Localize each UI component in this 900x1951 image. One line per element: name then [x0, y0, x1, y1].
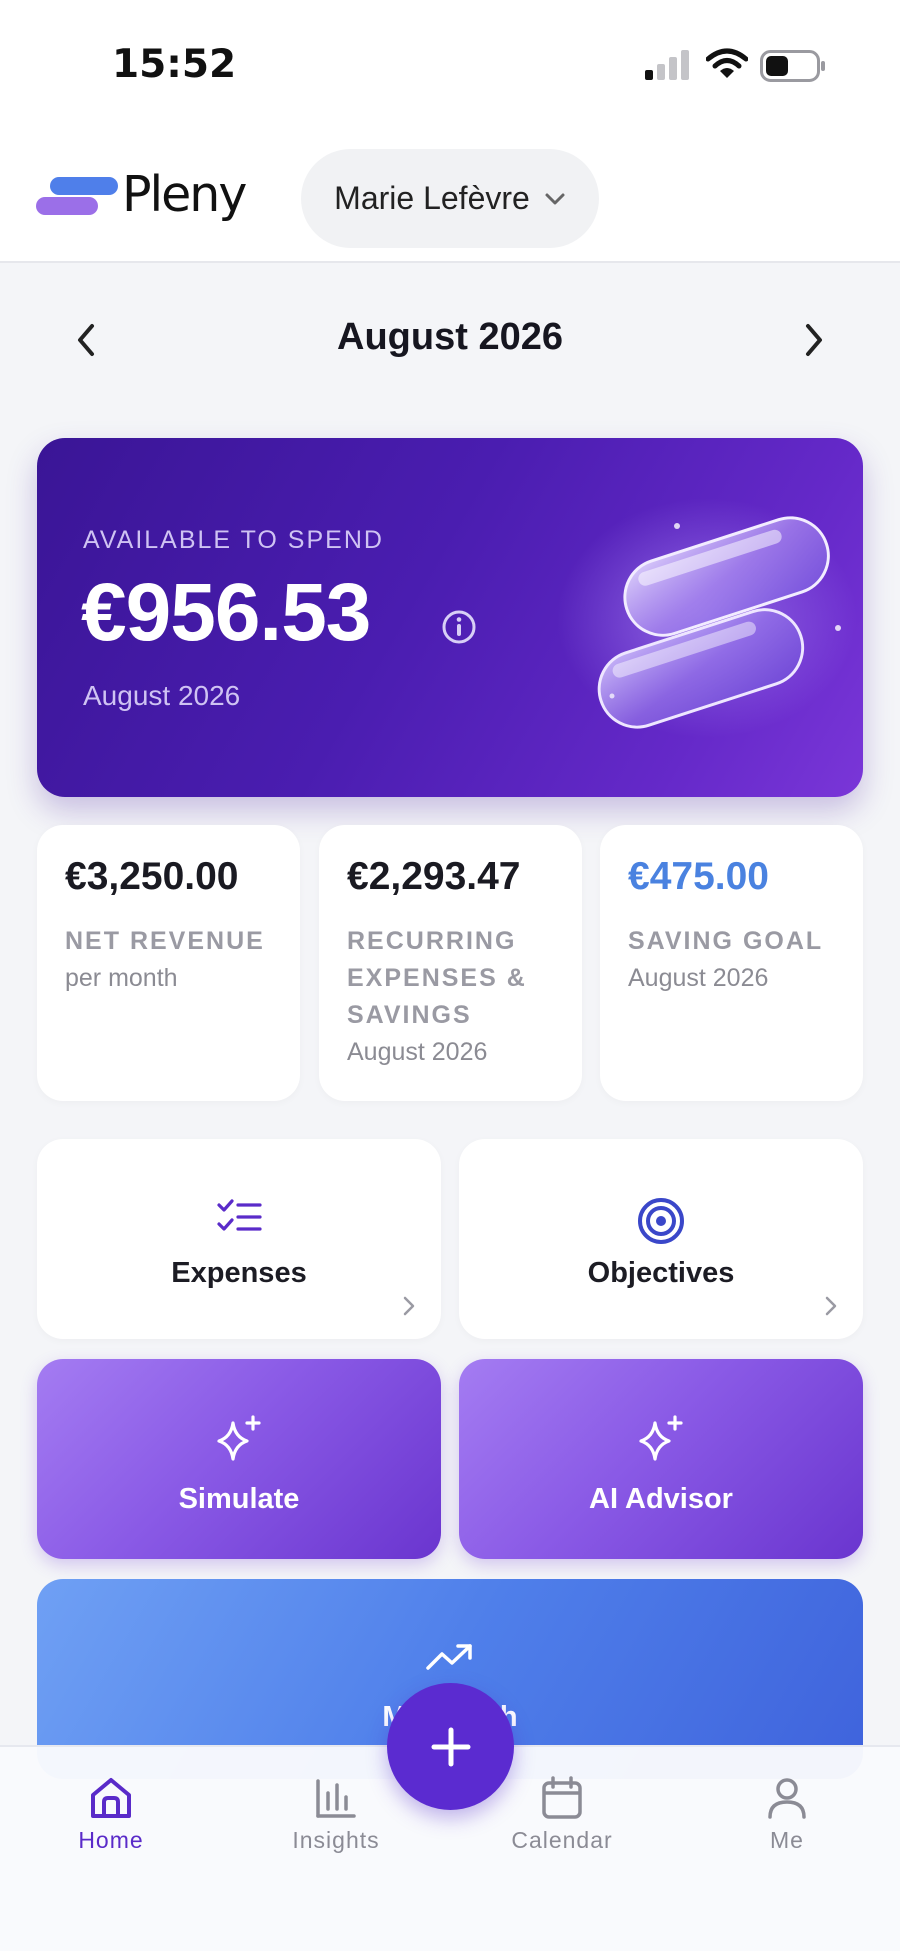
- hero-amount: €956.53: [81, 567, 371, 658]
- tile-label: Objectives: [587, 1257, 735, 1289]
- stat-card-saving-goal: €475.00 SAVING GOAL August 2026: [600, 825, 863, 1101]
- home-icon: [91, 1778, 131, 1818]
- add-transaction-button[interactable]: [387, 1683, 514, 1810]
- month-navigator: August 2026: [0, 300, 900, 380]
- available-to-spend-card: AVAILABLE TO SPEND €956.53 August 2026: [37, 438, 863, 797]
- hero-label: AVAILABLE TO SPEND: [83, 526, 384, 554]
- stat-value: €2,293.47: [347, 855, 521, 898]
- profile-name: Marie Lefèvre: [334, 180, 530, 216]
- month-title: August 2026: [337, 316, 563, 358]
- chevron-right-icon: [825, 1296, 837, 1316]
- checklist-icon: [217, 1199, 262, 1231]
- stat-label-text: NET REVENUE: [65, 927, 265, 955]
- nav-item-insights[interactable]: Insights: [266, 1775, 406, 1875]
- app-header: Pleny Marie Lefèvre: [0, 130, 900, 263]
- brand-logo[interactable]: Pleny: [36, 166, 247, 223]
- nav-label: Home: [78, 1827, 144, 1853]
- tile-label: Expenses: [171, 1257, 307, 1289]
- stat-label-text: SAVING GOAL: [628, 927, 824, 955]
- sparkles-icon: [639, 1415, 683, 1461]
- brand-name: Pleny: [122, 166, 247, 223]
- chevron-down-icon: [545, 193, 565, 204]
- stat-subtext: August 2026: [628, 964, 769, 992]
- stat-card-net-revenue: €3,250.00 NET REVENUE per month: [37, 825, 300, 1101]
- wifi-icon: [706, 48, 748, 78]
- target-icon: [638, 1198, 684, 1244]
- nav-label: Insights: [292, 1827, 380, 1853]
- simulate-tile-button[interactable]: Simulate: [37, 1359, 441, 1559]
- status-bar: 15:52: [0, 0, 900, 130]
- nav-item-calendar[interactable]: Calendar: [492, 1775, 632, 1875]
- expenses-tile-button[interactable]: Expenses: [37, 1139, 441, 1339]
- battery-icon: [760, 50, 825, 82]
- glass-pills-illustration: [557, 498, 857, 738]
- objectives-tile-button[interactable]: Objectives: [459, 1139, 863, 1339]
- chevron-right-icon[interactable]: [796, 320, 832, 360]
- status-time: 15:52: [112, 42, 237, 87]
- ai-advisor-tile-button[interactable]: AI Advisor: [459, 1359, 863, 1559]
- hero-period: August 2026: [83, 680, 241, 711]
- user-icon: [768, 1778, 806, 1819]
- info-icon[interactable]: [441, 609, 477, 645]
- chevron-right-icon: [403, 1296, 415, 1316]
- nav-item-home[interactable]: Home: [41, 1775, 181, 1875]
- stat-value: €3,250.00: [65, 855, 239, 898]
- stat-subtext: August 2026: [347, 1038, 488, 1066]
- profile-switcher-button[interactable]: Marie Lefèvre: [301, 149, 599, 248]
- sparkles-icon: [217, 1415, 261, 1461]
- stat-value: €475.00: [628, 855, 769, 898]
- stat-label: SAVING GOAL August 2026: [628, 923, 853, 997]
- stat-card-recurring-expenses: €2,293.47 RECURRING EXPENSES & SAVINGS A…: [319, 825, 582, 1101]
- cellular-signal-icon: [645, 50, 689, 80]
- pleny-logo-mark-icon: [36, 175, 120, 221]
- trending-up-icon: [426, 1644, 472, 1670]
- stat-label: RECURRING EXPENSES & SAVINGS August 2026: [347, 923, 572, 1071]
- nav-label: Calendar: [511, 1827, 613, 1853]
- tile-label: AI Advisor: [589, 1483, 733, 1515]
- stat-label-text: RECURRING EXPENSES & SAVINGS: [347, 927, 527, 1029]
- bar-chart-icon: [316, 1779, 356, 1818]
- nav-item-me[interactable]: Me: [717, 1775, 857, 1875]
- plus-icon: [431, 1727, 470, 1766]
- calendar-icon: [542, 1776, 582, 1819]
- tile-label: Simulate: [178, 1483, 300, 1515]
- stat-label: NET REVENUE per month: [65, 923, 290, 997]
- stat-subtext: per month: [65, 964, 178, 992]
- nav-label: Me: [770, 1827, 804, 1853]
